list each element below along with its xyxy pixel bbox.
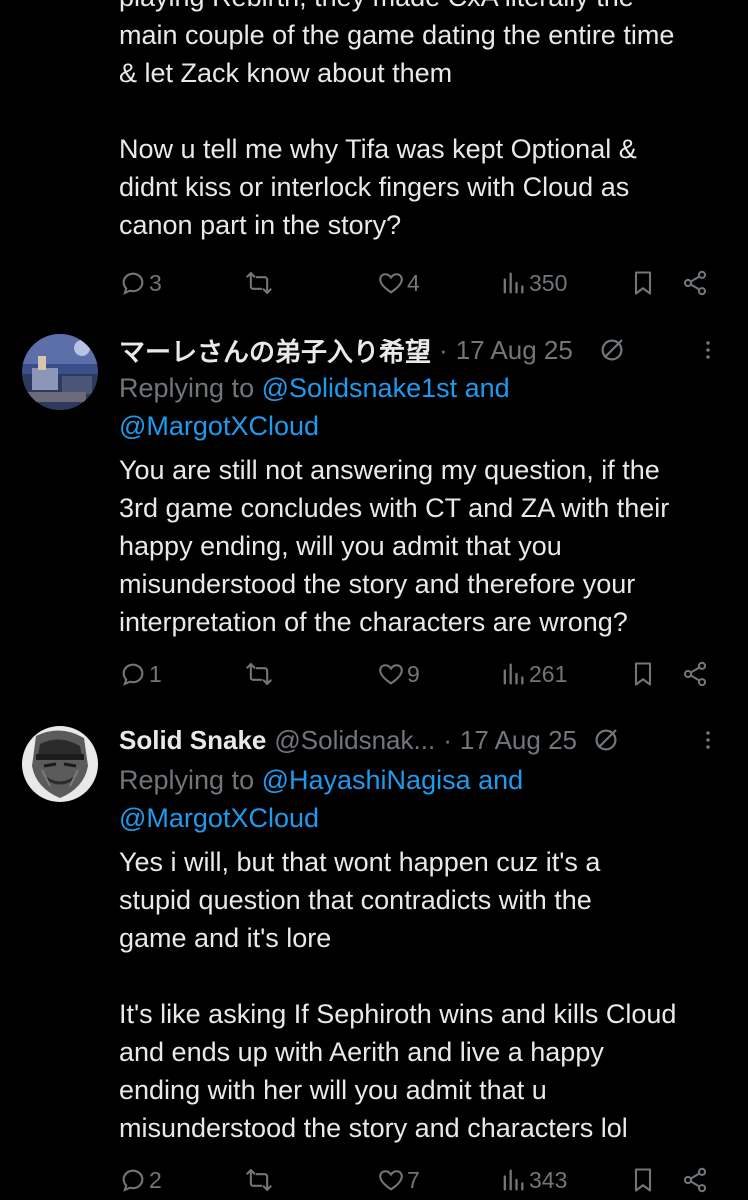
post-2-reply-button[interactable]: 1 [119, 657, 162, 691]
post-2-actions: 1 9 261 [119, 657, 719, 691]
share-icon [683, 661, 707, 687]
post-3-text: Yes i will, but that wont happen cuz it'… [119, 847, 677, 1143]
post-1-bookmark-button[interactable] [629, 266, 657, 300]
post-3-share-button[interactable] [681, 1163, 709, 1197]
share-icon [683, 1167, 707, 1193]
bookmark-icon [634, 271, 652, 295]
share-icon [683, 270, 707, 296]
post-3-reply-count: 2 [149, 1166, 162, 1193]
reply-icon [122, 272, 144, 295]
post-1-like-button[interactable]: 4 [377, 266, 420, 300]
post-3-views-button[interactable]: 343 [499, 1163, 567, 1197]
repost-icon [246, 272, 272, 294]
bookmark-icon [634, 662, 652, 686]
avatar-image [22, 334, 98, 410]
post-2-reply-count: 1 [149, 660, 162, 687]
post-3-date[interactable]: 17 Aug 25 [460, 725, 577, 756]
post-2-repost-button[interactable] [245, 657, 273, 691]
post-2-author-name[interactable]: マーレさんの弟子入り希望 [119, 332, 431, 369]
post-3-author-handle[interactable]: @Solidsnak... [274, 725, 435, 756]
post-2-like-count: 9 [407, 660, 420, 687]
post-1-reply-count: 3 [149, 269, 162, 296]
replying-label: Replying to [119, 765, 262, 795]
mention-link[interactable]: @Solidsnake1st and [262, 373, 510, 403]
post-1-share-button[interactable] [681, 266, 709, 300]
post-3-views-count: 343 [529, 1166, 568, 1193]
post-1-actions: 3 4 350 [119, 266, 719, 300]
grok-icon[interactable] [597, 335, 627, 365]
post-1-views-count: 350 [529, 269, 568, 296]
post-1-views-button[interactable]: 350 [499, 266, 567, 300]
post-1-like-count: 4 [407, 269, 420, 296]
post-1-reply-button[interactable]: 3 [119, 266, 162, 300]
mention-link[interactable]: @HayashiNagisa and [262, 765, 524, 795]
more-icon[interactable] [696, 725, 720, 755]
post-2-views-count: 261 [529, 660, 568, 687]
post-2-replying-to: Replying to @Solidsnake1st and @MargotXC… [119, 369, 719, 445]
more-icon[interactable] [696, 335, 720, 365]
post-3-header: Solid Snake @Solidsnak... · 17 Aug 25 [119, 720, 720, 760]
mention-link[interactable]: @MargotXCloud [119, 411, 319, 441]
post-1-text: playing Rebirth, they made CxA literally… [119, 0, 675, 240]
post-3-bookmark-button[interactable] [629, 1163, 657, 1197]
post-2-bookmark-button[interactable] [629, 657, 657, 691]
reply-icon [122, 663, 144, 686]
post-2-header: マーレさんの弟子入り希望 · 17 Aug 25 [119, 330, 720, 370]
post-3-actions: 2 7 343 [119, 1163, 719, 1197]
post-2-separator: · [439, 334, 448, 365]
post-3-avatar[interactable] [22, 726, 98, 802]
replying-label: Replying to [119, 373, 262, 403]
views-icon [503, 272, 524, 294]
post-3-replying-to: Replying to @HayashiNagisa and @MargotXC… [119, 761, 719, 837]
post-2-share-button[interactable] [681, 657, 709, 691]
post-2-like-button[interactable]: 9 [377, 657, 420, 691]
post-2-date[interactable]: 17 Aug 25 [456, 335, 573, 366]
heart-icon [379, 273, 403, 294]
views-icon [503, 663, 524, 685]
post-3-like-button[interactable]: 7 [377, 1163, 420, 1197]
post-2-views-button[interactable]: 261 [499, 657, 567, 691]
views-icon [503, 1169, 524, 1191]
post-3-repost-button[interactable] [245, 1163, 273, 1197]
post-3-author-name[interactable]: Solid Snake [119, 725, 266, 756]
heart-icon [379, 664, 403, 685]
mention-link[interactable]: @MargotXCloud [119, 803, 319, 833]
post-1-repost-button[interactable] [245, 266, 273, 300]
bookmark-icon [634, 1168, 652, 1192]
post-3-like-count: 7 [407, 1166, 420, 1193]
post-2-avatar[interactable] [22, 334, 98, 410]
thread-page: playing Rebirth, they made CxA literally… [0, 0, 748, 1200]
grok-icon[interactable] [591, 725, 621, 755]
avatar-image [22, 726, 98, 802]
reply-icon [122, 1169, 144, 1192]
post-3-separator: · [443, 724, 452, 755]
post-2-text: You are still not answering my question,… [119, 455, 670, 637]
repost-icon [246, 663, 272, 685]
post-3-reply-button[interactable]: 2 [119, 1163, 162, 1197]
repost-icon [246, 1169, 272, 1191]
heart-icon [379, 1170, 403, 1191]
